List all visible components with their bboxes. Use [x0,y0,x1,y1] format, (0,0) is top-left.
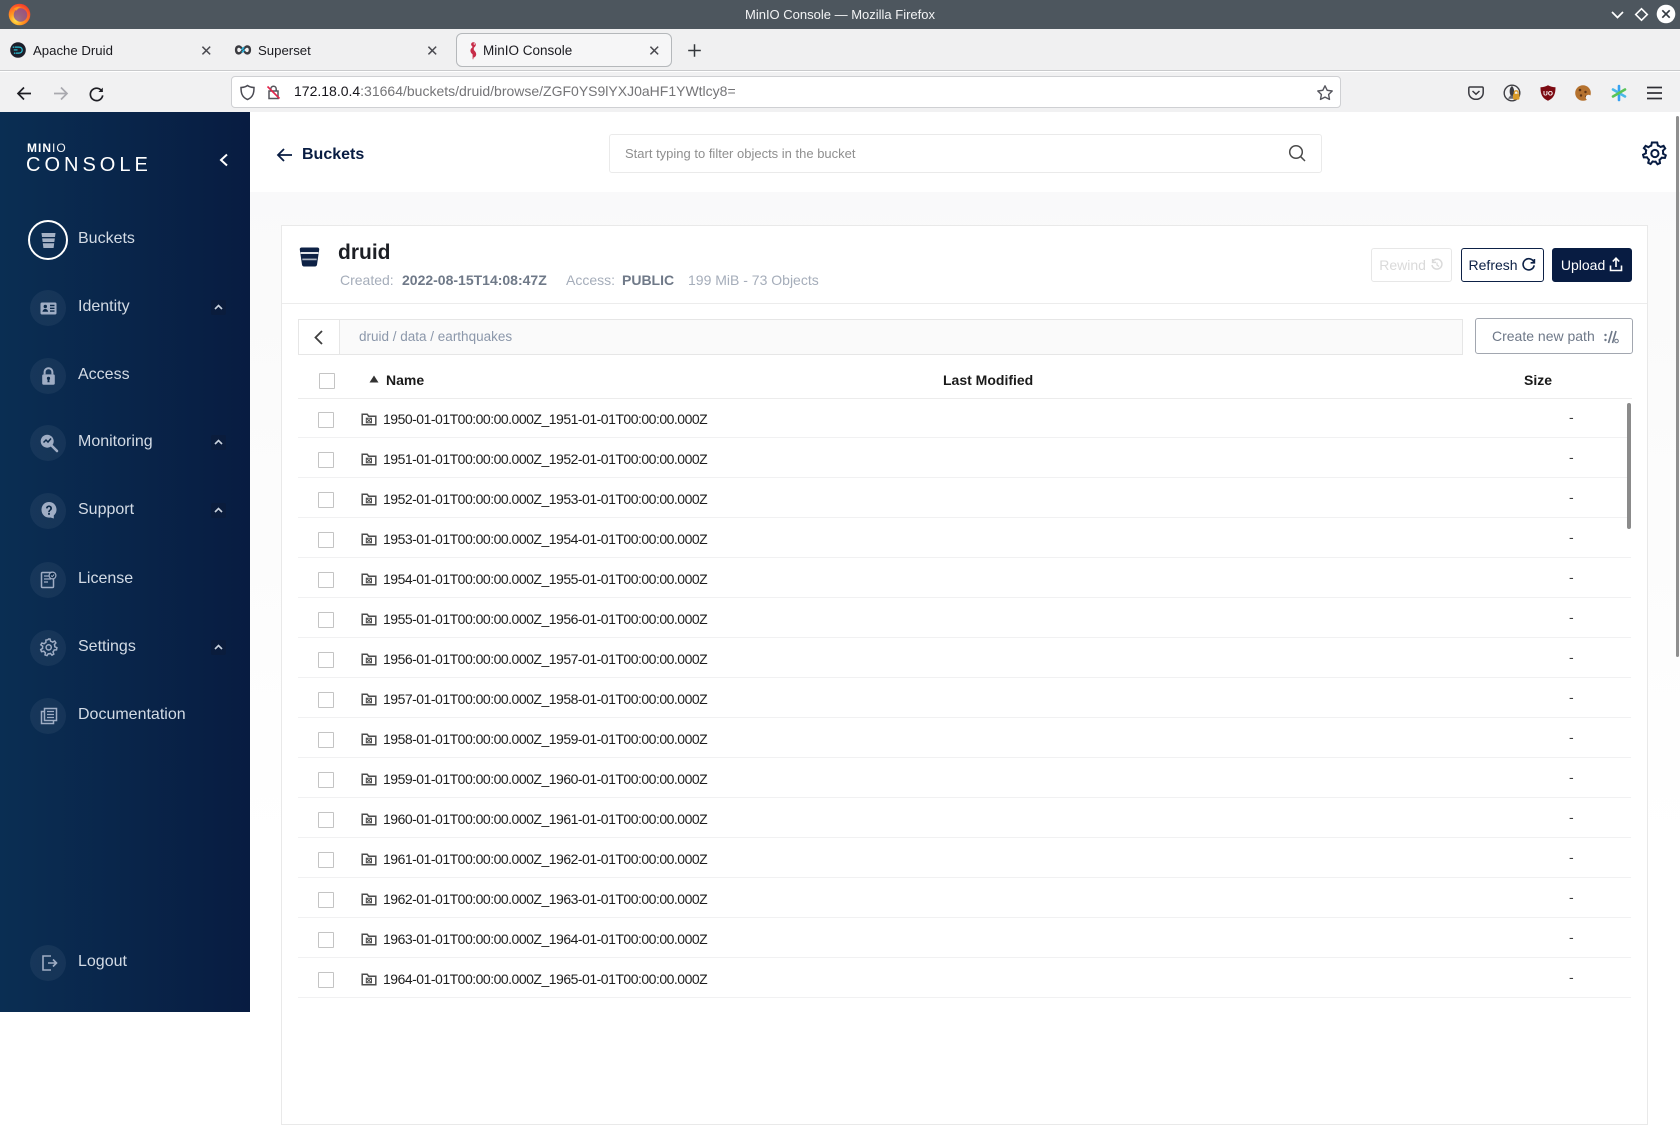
svg-text:UO: UO [1543,91,1553,98]
